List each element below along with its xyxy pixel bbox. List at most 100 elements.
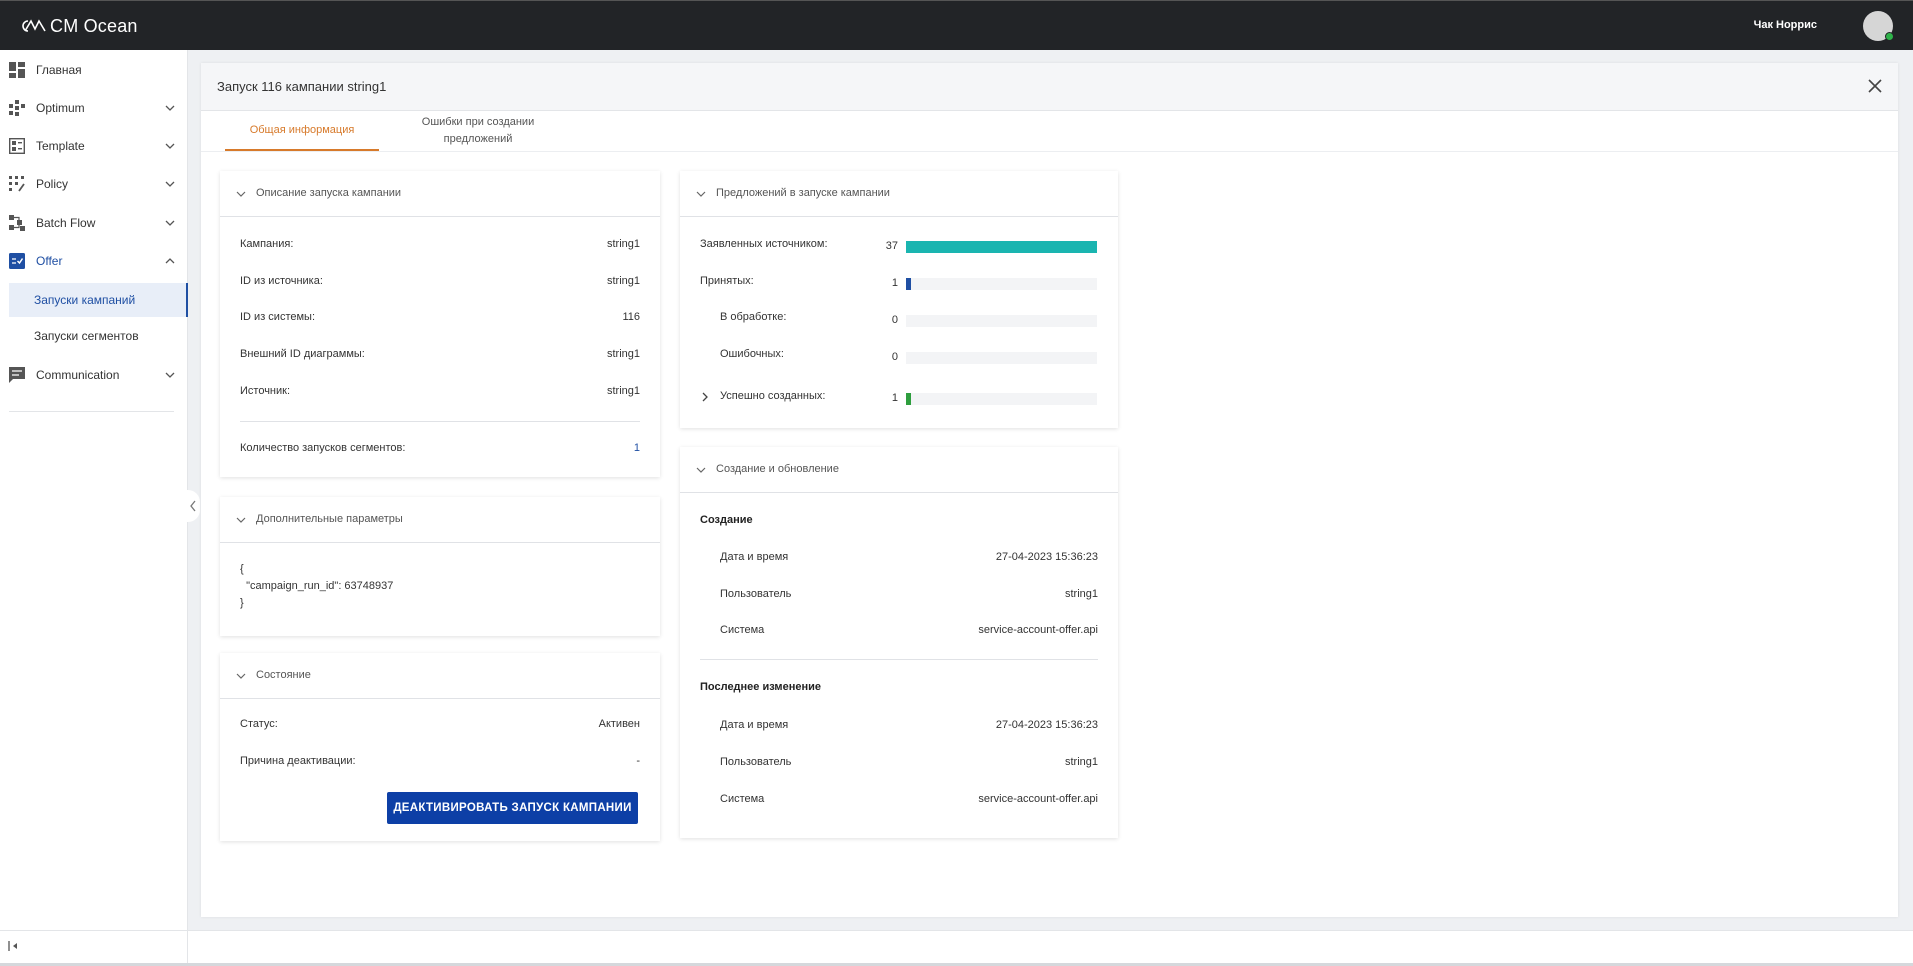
template-icon <box>9 138 25 154</box>
offers-bar-created <box>906 393 1097 405</box>
offers-count-processing: 0 <box>891 314 898 326</box>
offers-count-accepted: 1 <box>891 277 898 289</box>
chevron-down-icon <box>165 105 175 111</box>
offers-count-errors: 0 <box>891 351 898 363</box>
offers-label-created[interactable]: Успешно созданных: <box>720 390 825 402</box>
panel-header: Запуск 116 кампании string1 <box>201 63 1898 111</box>
field-label-segment-runs-count: Количество запусков сегментов: <box>240 442 406 454</box>
sidebar-item-label: Policy <box>36 177 69 191</box>
card-header[interactable]: Состояние <box>220 653 660 699</box>
chevron-down-icon <box>165 143 175 149</box>
card-state: Состояние Статус: Активен Причина деакти… <box>220 653 660 841</box>
created-value-user: string1 <box>1064 588 1098 600</box>
card-header[interactable]: Описание запуска кампании <box>220 171 660 217</box>
sidebar-item-offer[interactable]: Offer <box>0 243 188 279</box>
chevron-down-icon <box>696 467 706 473</box>
offers-bar-errors <box>906 352 1097 364</box>
tab-label: Общая информация <box>249 123 355 136</box>
field-value-system-id: 116 <box>622 311 640 323</box>
logo-text: CM Ocean <box>50 15 138 36</box>
modified-value-user: string1 <box>1064 756 1098 768</box>
sidebar-item-optimum[interactable]: Optimum <box>0 90 188 126</box>
sidebar-divider <box>9 411 174 412</box>
field-value-segment-runs-count[interactable]: 1 <box>634 442 640 454</box>
chevron-down-icon <box>696 191 706 197</box>
bar-fill <box>906 241 1097 253</box>
sidebar-item-label: Главная <box>36 63 82 77</box>
sidebar-item-label: Offer <box>36 254 63 268</box>
card-header[interactable]: Предложений в запуске кампании <box>680 171 1118 217</box>
field-value-diagram-id: string1 <box>606 348 640 360</box>
close-icon[interactable] <box>1866 77 1884 95</box>
offers-label-accepted: Принятых: <box>700 275 754 287</box>
offer-icon <box>9 253 25 269</box>
created-value-datetime: 27-04-2023 15:36:23 <box>995 551 1098 563</box>
card-header[interactable]: Создание и обновление <box>680 447 1118 493</box>
sidebar-subitem-campaign-runs[interactable]: Запуски кампаний <box>9 283 188 317</box>
field-label-system-id: ID из системы: <box>240 311 316 323</box>
sidebar-item-communication[interactable]: Communication <box>0 357 188 393</box>
bottom-strip <box>188 930 1913 964</box>
chevron-down-icon <box>165 372 175 378</box>
communication-icon <box>9 367 25 383</box>
chevron-down-icon <box>236 517 246 523</box>
tabs-divider <box>201 151 1898 152</box>
offers-label-processing: В обработке: <box>720 311 787 323</box>
page-title: Запуск 116 кампании string1 <box>217 79 387 94</box>
field-label-status: Статус: <box>240 718 278 730</box>
card-header[interactable]: Дополнительные параметры <box>220 497 660 543</box>
offers-label-errors: Ошибочных: <box>720 348 784 360</box>
card-extra-params: Дополнительные параметры { "campaign_run… <box>220 497 660 636</box>
card-campaign-description: Описание запуска кампании Кампания: stri… <box>220 171 660 477</box>
created-label-user: Пользователь <box>720 588 792 600</box>
card-title: Дополнительные параметры <box>256 513 403 525</box>
modified-label-datetime: Дата и время <box>720 719 789 731</box>
chevron-left-icon <box>190 500 196 512</box>
bar-fill <box>906 278 912 290</box>
sidebar-item-label: Template <box>36 139 85 153</box>
card-title: Состояние <box>256 669 311 681</box>
user-name[interactable]: Чак Норрис <box>1754 19 1817 31</box>
chevron-right-icon[interactable] <box>700 392 710 402</box>
card-title: Описание запуска кампании <box>256 187 402 199</box>
field-value-campaign: string1 <box>606 238 640 250</box>
sidebar-item-policy[interactable]: Policy <box>0 166 188 202</box>
sidebar-item-batch-flow[interactable]: Batch Flow <box>0 205 188 241</box>
offers-count-created: 1 <box>891 392 898 404</box>
tab-label: Ошибки при создании предложений <box>421 116 535 145</box>
sidebar-toggle-tab[interactable] <box>186 490 200 522</box>
sidebar-item-label: Batch Flow <box>36 216 96 230</box>
tab-general-info[interactable]: Общая информация <box>225 111 379 151</box>
bar-fill <box>906 393 912 405</box>
modified-value-datetime: 27-04-2023 15:36:23 <box>995 719 1098 731</box>
card-title: Предложений в запуске кампании <box>716 187 890 199</box>
chevron-down-icon <box>165 181 175 187</box>
collapse-sidebar-icon[interactable] <box>8 940 20 952</box>
sidebar: Главная Optimum Template Policy Batch Fl… <box>0 50 188 966</box>
sidebar-subitem-segment-runs[interactable]: Запуски сегментов <box>9 319 188 353</box>
section-heading-created: Создание <box>700 514 753 526</box>
modified-label-system: Система <box>720 793 765 805</box>
created-label-datetime: Дата и время <box>720 551 789 563</box>
field-value-source-id: string1 <box>606 275 640 287</box>
app-logo[interactable]: CM Ocean <box>20 15 138 37</box>
sidebar-item-template[interactable]: Template <box>0 128 188 164</box>
offers-label-declared: Заявленных источником: <box>700 238 828 250</box>
sidebar-subitem-label: Запуски сегментов <box>34 329 139 343</box>
field-label-source-id: ID из источника: <box>240 275 323 287</box>
chevron-down-icon <box>236 673 246 679</box>
top-bar: CM Ocean Чак Норрис <box>0 0 1913 50</box>
field-label-source: Источник: <box>240 385 291 397</box>
card-offers: Предложений в запуске кампании Заявленны… <box>680 171 1118 428</box>
field-value-source: string1 <box>606 385 640 397</box>
sidebar-item-home[interactable]: Главная <box>0 52 188 88</box>
deactivate-campaign-run-button[interactable]: ДЕАКТИВИРОВАТЬ ЗАПУСК КАМПАНИИ <box>387 792 638 824</box>
sidebar-item-label: Communication <box>36 368 120 382</box>
offers-bar-declared <box>906 241 1097 253</box>
divider <box>700 659 1098 660</box>
avatar[interactable] <box>1863 11 1894 41</box>
sidebar-subitem-label: Запуски кампаний <box>34 293 136 307</box>
field-label-diagram-id: Внешний ID диаграммы: <box>240 348 365 360</box>
dashboard-icon <box>9 62 25 78</box>
tab-offer-errors[interactable]: Ошибки при создании предложений <box>399 111 557 151</box>
